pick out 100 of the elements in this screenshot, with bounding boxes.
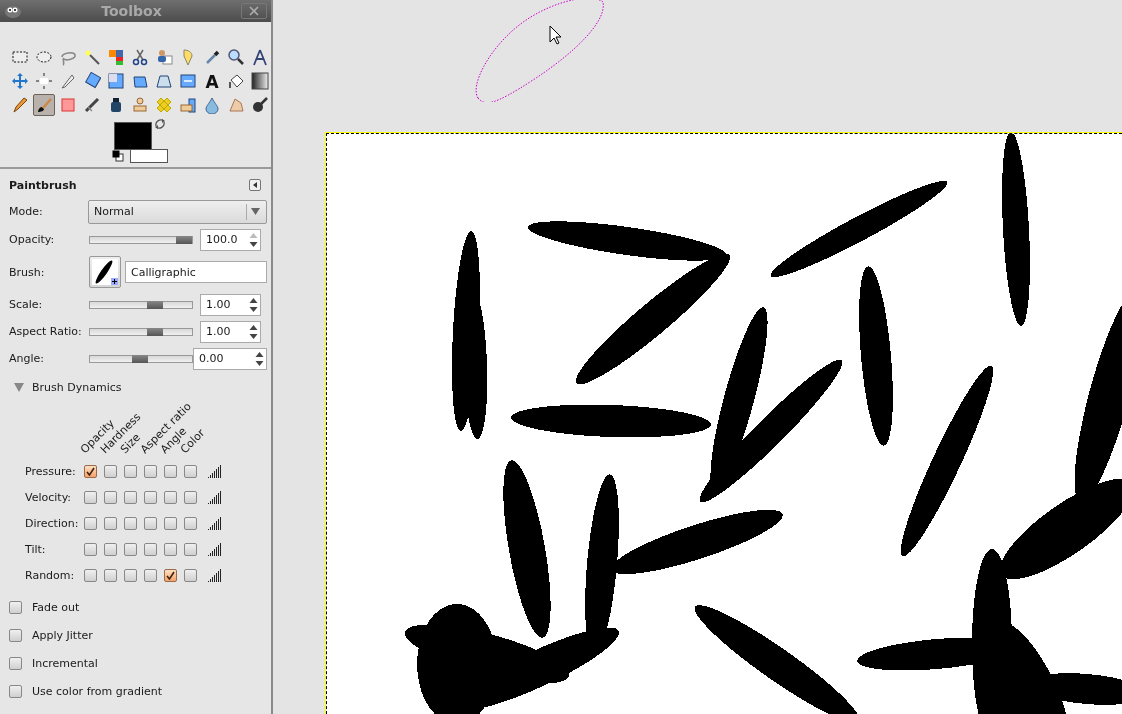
spin-arrows-icon[interactable] [255, 350, 264, 367]
checkbox[interactable] [144, 490, 157, 504]
checkbox[interactable] [84, 568, 97, 582]
perspective-stamp-icon [179, 96, 197, 114]
slider-thumb[interactable] [146, 327, 163, 336]
signal-bars-icon [207, 567, 223, 583]
default-colors-icon[interactable] [112, 150, 124, 162]
curve-button[interactable] [207, 541, 223, 557]
field-label: Brush: [9, 265, 46, 279]
number-spin-field[interactable]: 1.00 [200, 320, 261, 343]
gradient-tool[interactable] [249, 70, 271, 92]
checkbox[interactable] [184, 464, 197, 478]
checkbox[interactable] [144, 464, 157, 478]
swap-arrows-icon[interactable] [154, 118, 166, 130]
triangle-left-icon [253, 182, 257, 188]
checkbox[interactable] [164, 490, 177, 504]
zoom-icon [227, 48, 245, 66]
spin-arrows-icon[interactable] [249, 323, 258, 340]
checkbox-label: Fade out [32, 600, 80, 614]
four-arrows-icon [11, 72, 29, 90]
checkbox[interactable] [84, 516, 97, 530]
checkbox[interactable] [104, 568, 117, 582]
drop-icon [203, 96, 221, 114]
checkbox[interactable] [124, 568, 137, 582]
checkbox[interactable] [104, 490, 117, 504]
triangle-down-icon [14, 382, 24, 392]
spin-arrows-icon[interactable] [249, 296, 258, 313]
spin-arrows-icon[interactable] [249, 231, 258, 248]
checkbox[interactable] [9, 684, 22, 698]
checkbox[interactable] [104, 542, 117, 556]
stamp-icon [131, 96, 149, 114]
checkbox[interactable] [124, 516, 137, 530]
airbrush-icon [83, 96, 101, 114]
checkbox[interactable] [124, 542, 137, 556]
gradient-icon [251, 72, 269, 90]
smudge-hand-icon [227, 96, 245, 114]
checkbox[interactable] [124, 490, 137, 504]
checkbox[interactable] [84, 542, 97, 556]
checkbox[interactable] [164, 568, 177, 582]
row-label: Random: [25, 568, 76, 582]
figure-icon [155, 48, 173, 66]
checkbox[interactable] [124, 464, 137, 478]
checkbox[interactable] [184, 568, 197, 582]
number-spin-field[interactable]: 100.0 [200, 228, 261, 251]
paintbrush-tool[interactable] [33, 94, 55, 116]
scale-tool[interactable] [105, 70, 127, 92]
number-spin-field[interactable]: 0.00 [193, 347, 267, 370]
number-spin-field[interactable]: 1.00 [200, 293, 261, 316]
dodge-burn-icon [251, 96, 269, 114]
checkbox[interactable] [9, 628, 22, 642]
checkbox[interactable] [9, 656, 22, 670]
checkbox[interactable] [144, 542, 157, 556]
checkbox[interactable] [144, 516, 157, 530]
checkbox[interactable] [104, 464, 117, 478]
mouse-pointer-icon [549, 25, 562, 45]
calligraphic-brush-icon [92, 259, 118, 285]
knife-icon [59, 72, 77, 90]
text-tool[interactable]: A [201, 70, 223, 92]
align-tool[interactable] [33, 70, 55, 92]
slider-track[interactable] [89, 354, 193, 363]
checkbox[interactable] [84, 464, 97, 478]
checkbox-label: Use color from gradient [32, 684, 163, 698]
color-grid-icon [107, 48, 125, 66]
panel-menu-button[interactable] [249, 179, 261, 191]
checkbox[interactable] [9, 600, 22, 614]
field-label: Aspect Ratio: [9, 325, 83, 338]
background-color-swatch[interactable] [130, 149, 168, 163]
foreground-color-swatch[interactable] [114, 122, 152, 150]
slider-track[interactable] [89, 300, 193, 309]
rectangle-select-icon [11, 48, 29, 66]
brush-name-field[interactable]: Calligraphic [125, 261, 267, 283]
checkbox[interactable] [184, 490, 197, 504]
checkbox[interactable] [184, 516, 197, 530]
slider-track[interactable] [89, 235, 193, 244]
signal-bars-icon [207, 515, 223, 531]
curve-button[interactable] [207, 515, 223, 531]
brush-preview-button[interactable] [89, 256, 121, 288]
curve-button[interactable] [207, 567, 223, 583]
scale-icon [107, 72, 125, 90]
checkbox[interactable] [164, 542, 177, 556]
brush-dynamics-expander[interactable]: Brush Dynamics [9, 372, 128, 402]
checkbox-label: Apply Jitter [32, 628, 93, 642]
checkbox[interactable] [164, 464, 177, 478]
curve-button[interactable] [207, 463, 223, 479]
slider-track[interactable] [89, 327, 193, 336]
slider-thumb[interactable] [176, 235, 192, 244]
checkbox[interactable] [104, 516, 117, 530]
curve-button[interactable] [207, 489, 223, 505]
close-button[interactable] [241, 3, 267, 19]
slider-thumb[interactable] [146, 300, 163, 309]
tool-options-title: Paintbrush [9, 178, 77, 192]
checkbox[interactable] [144, 568, 157, 582]
checkbox[interactable] [84, 490, 97, 504]
signal-bars-icon [207, 489, 223, 505]
mode-dropdown[interactable]: Normal [88, 199, 267, 224]
slider-thumb[interactable] [132, 354, 149, 363]
checkbox[interactable] [164, 516, 177, 530]
wilber-mascot-icon [4, 4, 22, 18]
checkbox[interactable] [184, 542, 197, 556]
image-canvas[interactable] [326, 133, 1122, 714]
